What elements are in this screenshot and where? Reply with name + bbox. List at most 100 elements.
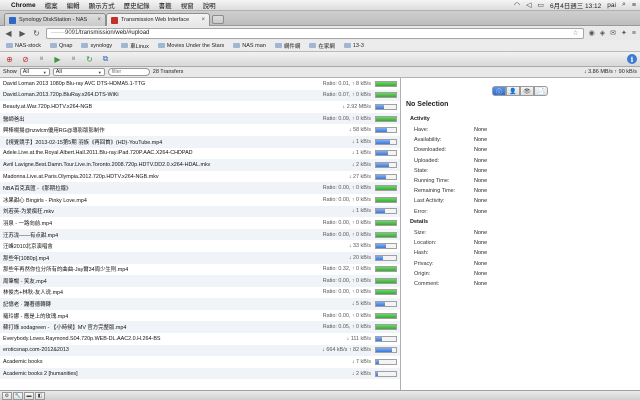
tab-peers[interactable]: 👤 [506, 86, 520, 96]
spotlight-icon[interactable]: ⌕ [622, 1, 626, 9]
progress-fill [376, 278, 396, 283]
menu-item-edit[interactable]: 編輯 [67, 0, 80, 10]
back-icon[interactable]: ◀ [4, 29, 13, 38]
torrent-row[interactable]: Everybody.Loves.Raymond.S04.720p.WEB-DL.… [0, 333, 400, 345]
torrent-stats: ↓ 2.92 MB/s [342, 103, 371, 110]
menu-item-window[interactable]: 視窗 [181, 0, 194, 10]
inspector-toggle-icon[interactable]: ⧉ [99, 53, 112, 65]
new-tab-button[interactable] [212, 15, 224, 24]
torrent-row[interactable]: 汪苏泷——有点甜.mp4 Ratio: 0.00, ↑ 0 kB/s [0, 228, 400, 241]
menubar-clock[interactable]: 6月4日週三 13:12 [550, 0, 601, 10]
bookmark-item[interactable]: NAS-stock [6, 43, 41, 49]
torrent-row[interactable]: David.Loman.2013.720p.BluRay.x264.DTS-Wi… [0, 89, 400, 102]
bookmark-item[interactable]: 13-3 [343, 43, 364, 49]
tab-close-icon[interactable]: × [97, 17, 101, 23]
extension-icon[interactable]: ◉ [589, 29, 595, 37]
start-all-icon[interactable]: ↻ [83, 53, 96, 65]
torrent-row[interactable]: Academic books 2 [humanities] ↓ 2 kB/s [0, 367, 400, 380]
torrent-stats: ↓ 1 kB/s [351, 208, 371, 215]
tab-transmission[interactable]: Transmission Web Interface × [106, 13, 210, 26]
torrent-filter-input[interactable] [107, 68, 150, 76]
torrent-row[interactable]: 周筆暢 - 笑友.mp4 Ratio: 0.00, ↑ 0 kB/s [0, 275, 400, 287]
open-torrent-icon[interactable]: ⊕ [3, 53, 16, 65]
volume-icon[interactable]: ◁ [526, 1, 531, 9]
menu-item-view[interactable]: 顯示方式 [89, 0, 115, 10]
address-bar[interactable]: ·······9091 /transmission/web/#upload ☆ [46, 27, 584, 39]
compact-view-icon[interactable]: ◧ [35, 391, 45, 400]
torrent-row[interactable]: 蘇打綠 sodagreen - 【小時候】MV 官方完整版.mp4 Ratio: … [0, 321, 400, 334]
bookmark-item[interactable]: Qnap [49, 43, 72, 49]
torrent-stats: Ratio: 0.09, ↑ 0 kB/s [322, 115, 371, 122]
torrent-row[interactable]: 【視覺競手】2013-02-15第5期 羽族《再回首》(HD)-YouTube.… [0, 135, 400, 148]
info-icon[interactable]: i [627, 54, 637, 64]
extension-icon[interactable]: ✉ [610, 29, 616, 37]
torrent-row[interactable]: 記憶老 · 蹦著德轉轉 ↓ 5 kB/s [0, 298, 400, 310]
pause-all-icon[interactable]: ⏸ [67, 53, 80, 65]
url-host: ·······9091 [51, 30, 79, 36]
torrent-row[interactable]: 冰果甜心 Bingirls - Pinky Love.mp4 Ratio: 0.0… [0, 194, 400, 206]
torrent-row[interactable]: 興棒楊揚@nzwlcm優用RG@導影版影制作 ↓ 58 kB/s [0, 124, 400, 136]
tab-close-icon[interactable]: × [201, 17, 205, 23]
bookmark-item[interactable]: 車Linux [121, 42, 149, 50]
progress-bar [375, 266, 397, 273]
tracker-filter-select[interactable]: All ▼ [52, 68, 105, 76]
torrent-row[interactable]: Madonna.Live.at.Paris.Olympia.2012.720p.… [0, 171, 400, 183]
bookmark-item[interactable]: Movies Under the Stars [157, 43, 224, 49]
start-selected-icon[interactable]: ▶ [51, 53, 64, 65]
torrent-row[interactable]: David Loman 2013 1080p Blu-ray AVC DTS-H… [0, 78, 400, 90]
torrent-row[interactable]: NBA百克真匯 -《那期拉攏》 Ratio: 0.00, ↑ 0 kB/s [0, 182, 400, 194]
progress-fill [376, 371, 379, 376]
torrent-list[interactable]: David Loman 2013 1080p Blu-ray AVC DTS-H… [0, 78, 401, 390]
torrent-row[interactable]: Adele.Live.at.the.Royal.Albert.Hall.2011… [0, 148, 400, 160]
torrent-row[interactable]: 醫師爸出 Ratio: 0.09, ↑ 0 kB/s [0, 112, 400, 125]
tab-trackers[interactable]: 👁 [520, 86, 534, 96]
bookmark-item[interactable]: NAS man [233, 43, 266, 49]
torrent-row[interactable]: 林俊杰+林秋-友人说.mp4 Ratio: 0.00, ↑ 0 kB/s [0, 287, 400, 299]
torrent-row[interactable]: Beauty.at.War.720p.HDTV.x264-NGB ↓ 2.92 M… [0, 101, 400, 113]
notification-center-icon[interactable]: ≡ [632, 2, 636, 9]
tab-synology[interactable]: Synology DiskStation - NAS × [4, 13, 106, 26]
forward-icon[interactable]: ▶ [18, 29, 27, 38]
torrent-row[interactable]: 羅玲娜 - 應是上的玫瑰.mp4 Ratio: 0.00, ↑ 0 kB/s [0, 310, 400, 322]
settings-icon[interactable]: ⚙ [2, 391, 12, 400]
progress-fill [376, 348, 392, 353]
progress-fill [376, 313, 396, 318]
battery-icon[interactable]: ▭ [537, 1, 544, 9]
menu-item-file[interactable]: 檔案 [45, 0, 58, 10]
menu-item-help[interactable]: 說明 [203, 0, 216, 10]
folder-icon [274, 43, 282, 48]
menu-item-bookmarks[interactable]: 書籤 [159, 0, 172, 10]
torrent-row[interactable]: 羽泉 - 一路向前.mp4 Ratio: 0.00, ↑ 0 kB/s [0, 217, 400, 229]
wifi-icon[interactable]: ◠ [514, 1, 520, 9]
extension-icon[interactable]: ✦ [621, 29, 627, 37]
extension-icon[interactable]: ◈ [600, 29, 605, 37]
pause-selected-icon[interactable]: ⏸ [35, 53, 48, 65]
tools-icon[interactable]: 🔧 [13, 391, 23, 400]
turtle-mode-icon[interactable]: ▬ [24, 391, 34, 400]
menu-item-history[interactable]: 歷史紀錄 [124, 0, 150, 10]
field-value: None [474, 270, 488, 277]
status-filter-select[interactable]: All ▼ [19, 68, 50, 76]
tab-info[interactable]: ⓘ [492, 86, 506, 96]
torrent-row[interactable]: 刘若英-为爱痴狂.mkv ↓ 1 kB/s [0, 205, 400, 218]
menubar-user[interactable]: pai [607, 2, 616, 9]
reload-icon[interactable]: ↻ [32, 29, 41, 38]
torrent-row[interactable]: Avril Lavigne.Best.Damn.Tour.Live.in.Tor… [0, 159, 400, 171]
torrent-row[interactable]: 那些年[1080p].mp4 ↓ 20 kB/s [0, 251, 400, 264]
tab-files[interactable]: 📄 [534, 86, 548, 96]
bookmark-star-icon[interactable]: ☆ [572, 29, 578, 37]
torrent-row[interactable]: Academic books ↓ 7 kB/s [0, 356, 400, 368]
torrent-row[interactable]: 汪峰2010北京演唱會 ↓ 33 kB/s [0, 240, 400, 252]
menubar-status-area: ◠ ◁ ▭ 6月4日週三 13:12 pai ⌕ ≡ [514, 0, 636, 10]
torrent-name: 羅玲娜 - 應是上的玫瑰.mp4 [3, 313, 69, 320]
torrent-row[interactable]: eroticsnap.com-2012&2013 ↓ 664 kB/s ↑ 82 … [0, 344, 400, 357]
torrent-name: 汪峰2010北京演唱會 [3, 244, 53, 251]
progress-bar [375, 92, 397, 99]
remove-torrent-icon[interactable]: ⊘ [19, 53, 32, 65]
bookmark-item[interactable]: synology [81, 43, 112, 49]
bookmark-item[interactable]: 網件網 [274, 42, 300, 50]
bookmark-item[interactable]: 在家網 [309, 42, 335, 50]
torrent-row[interactable]: 那些年再然你位分所有的曲曲-Jay爾34周少生則.mp4 Ratio: 0.32,… [0, 264, 400, 276]
menu-app-name[interactable]: Chrome [11, 2, 36, 9]
chrome-menu-icon[interactable]: ≡ [632, 30, 636, 37]
